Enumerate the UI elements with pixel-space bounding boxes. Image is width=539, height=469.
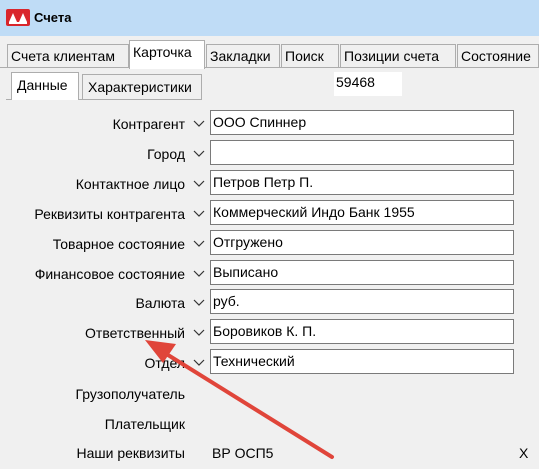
department-field[interactable]: Технический (210, 349, 514, 374)
chevron-down-icon[interactable] (192, 207, 206, 221)
tab-status[interactable]: Состояние (457, 44, 539, 68)
tab-label: Закладки (210, 48, 271, 64)
chevron-down-icon[interactable] (192, 356, 206, 370)
chevron-down-icon[interactable] (192, 177, 206, 191)
subtab-data[interactable]: Данные (11, 72, 79, 100)
financial-status-field[interactable]: Выписано (210, 260, 514, 285)
tab-label: Поиск (285, 48, 324, 64)
field-label-city: Город (147, 146, 185, 162)
our-details-value: ВР ОСП5 (212, 445, 274, 461)
tab-label: Позиции счета (344, 48, 439, 64)
tab-search[interactable]: Поиск (281, 44, 339, 68)
tab-invoices[interactable]: Счета клиентам (7, 44, 129, 68)
field-label-payer: Плательщик (104, 416, 185, 432)
app-logo-icon (6, 9, 30, 26)
tab-invoice-items[interactable]: Позиции счета (340, 44, 456, 68)
city-field[interactable] (210, 140, 514, 165)
field-label-department: Отдел (144, 355, 186, 371)
goods-status-field[interactable]: Отгружено (210, 230, 514, 255)
field-label-bank-details: Реквизиты контрагента (34, 206, 185, 222)
tab-label: Счета клиентам (11, 48, 115, 64)
field-label-our-details: Наши реквизиты (76, 445, 185, 461)
field-label-goods-status: Товарное состояние (52, 236, 185, 252)
responsible-field[interactable]: Боровиков К. П. (210, 319, 514, 344)
tab-strip-divider (0, 67, 539, 68)
subtab-characteristics[interactable]: Характеристики (82, 74, 202, 99)
window-title: Счета (34, 10, 72, 25)
chevron-down-icon[interactable] (192, 117, 206, 131)
counterparty-details-field[interactable]: Коммерческий Индо Банк 1955 (210, 200, 514, 225)
subtab-label: Характеристики (88, 79, 192, 95)
currency-field[interactable]: руб. (210, 289, 514, 314)
field-label-counterparty: Контрагент (112, 116, 185, 132)
document-number: 59468 (334, 72, 402, 96)
clear-our-details-button[interactable]: X (519, 445, 528, 461)
field-label-consignee: Грузополучатель (75, 386, 185, 402)
contact-person-field[interactable]: Петров Петр П. (210, 170, 514, 195)
chevron-down-icon[interactable] (192, 147, 206, 161)
chevron-down-icon[interactable] (192, 296, 206, 310)
title-bar: Счета (0, 0, 539, 36)
chevron-down-icon[interactable] (192, 267, 206, 281)
subtab-label: Данные (17, 77, 68, 93)
field-label-contact: Контактное лицо (75, 176, 185, 192)
tab-label: Карточка (133, 44, 192, 60)
field-label-responsible: Ответственный (85, 325, 185, 341)
tab-card[interactable]: Карточка (129, 40, 205, 69)
tab-bookmarks[interactable]: Закладки (206, 44, 280, 68)
counterparty-field[interactable]: ООО Спиннер (210, 110, 514, 135)
tab-label: Состояние (461, 48, 531, 64)
chevron-down-icon[interactable] (192, 237, 206, 251)
chevron-down-icon[interactable] (192, 326, 206, 340)
field-label-currency: Валюта (135, 295, 185, 311)
field-label-financial-status: Финансовое состояние (34, 266, 185, 282)
